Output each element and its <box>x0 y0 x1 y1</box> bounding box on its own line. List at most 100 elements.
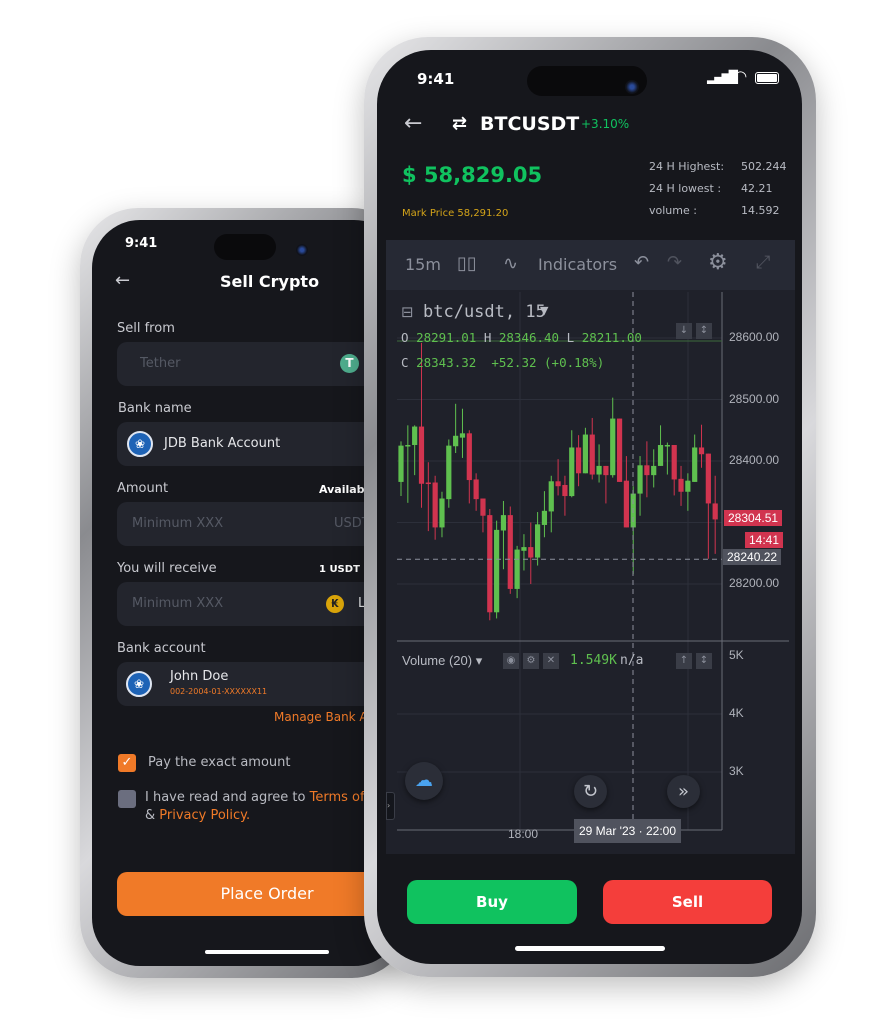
account-number: 002-2004-01-XXXXXX11 <box>170 687 268 696</box>
bank-account-label: Bank account <box>117 641 206 656</box>
crosshair-price-tag: 28240.22 <box>723 549 782 565</box>
symbol-dropdown-icon[interactable]: ▼ <box>540 304 548 317</box>
account-holder-name: John Doe <box>170 669 229 684</box>
candle-body <box>596 465 602 475</box>
agree-label: I have read and agree to <box>145 790 306 805</box>
candle-body <box>418 426 425 484</box>
receive-placeholder: Minimum XXX <box>132 596 224 611</box>
dynamic-island <box>214 234 276 260</box>
candle-body <box>507 515 513 589</box>
receive-input[interactable]: Minimum XXX ₭ L <box>117 582 402 626</box>
candle-body <box>528 547 534 558</box>
gear-icon[interactable]: ⚙ <box>523 653 539 669</box>
close-icon[interactable]: ✕ <box>543 653 559 669</box>
side-panel-toggle[interactable]: › <box>386 792 395 820</box>
symbol-label[interactable]: btc/usdt, 15 <box>423 302 546 322</box>
candle-body <box>494 529 500 613</box>
eye-icon[interactable]: ◉ <box>503 653 519 669</box>
volume-tick: 4K <box>729 706 744 720</box>
sell-button[interactable]: Sell <box>603 880 772 924</box>
candle-body <box>446 445 452 500</box>
candle-body <box>712 503 718 520</box>
candle-body <box>459 433 466 438</box>
price-tick: 28200.00 <box>729 576 780 590</box>
sell-from-select[interactable]: Tether T <box>117 342 402 386</box>
volume-value: 1.549K <box>570 653 617 668</box>
candle-body <box>541 510 548 525</box>
bank-lotus-icon: ❀ <box>126 671 152 697</box>
candle-body <box>657 445 664 466</box>
bank-name-value: JDB Bank Account <box>164 436 281 451</box>
page-title: Sell Crypto <box>220 272 320 291</box>
close-line: C 28343.32 +52.32 (+0.18%) <box>401 355 605 370</box>
candle-body <box>698 447 705 455</box>
place-order-button[interactable]: Place Order <box>117 872 402 916</box>
time-tick: 18:00 <box>508 827 539 841</box>
status-time: 9:41 <box>125 236 158 251</box>
candle-body <box>575 447 582 474</box>
price-tick: 28500.00 <box>729 391 780 406</box>
candle-body <box>521 547 527 551</box>
candle-body <box>514 549 520 589</box>
terms-link[interactable]: Terms of <box>310 790 365 805</box>
amount-label: Amount <box>117 481 169 496</box>
candle-body <box>453 435 459 447</box>
sell-crypto-screen: 9:41 ← Sell Crypto Sell from Tether T Ba… <box>92 220 402 966</box>
candle-body <box>603 465 609 476</box>
volume-na: n/a <box>620 653 644 668</box>
candle-body <box>535 524 541 558</box>
pay-exact-checkbox[interactable]: ✓ <box>118 754 136 772</box>
volume-tick: 5K <box>729 648 744 662</box>
buy-button[interactable]: Buy <box>407 880 577 924</box>
agree-text: I have read and agree to Terms of <box>145 790 365 805</box>
candle-body <box>473 479 479 500</box>
countdown-tag: 14:41 <box>745 532 784 548</box>
candle-body <box>651 465 657 476</box>
candle-body <box>548 481 554 512</box>
back-arrow-icon[interactable]: ← <box>115 270 130 291</box>
candle-body <box>610 418 616 476</box>
symbol-collapse-icon[interactable]: ⊟ <box>401 303 414 321</box>
scale-up-icon[interactable]: ↑ <box>676 653 692 669</box>
scale-both-icon[interactable]: ↕ <box>696 323 712 339</box>
candle-body <box>664 445 670 447</box>
candle-body <box>555 481 561 487</box>
tradingview-logo-icon[interactable]: ☁ <box>405 762 443 800</box>
manage-bank-link[interactable]: Manage Bank A <box>274 710 368 724</box>
amount-input[interactable]: Minimum XXX USDT <box>117 502 402 546</box>
candle-body <box>500 515 507 531</box>
pay-exact-label: Pay the exact amount <box>148 755 291 770</box>
last-price-tag: 28304.51 <box>724 510 783 526</box>
bank-name-label: Bank name <box>118 401 192 416</box>
tether-icon: T <box>340 354 359 373</box>
home-indicator <box>515 946 665 951</box>
candle-body <box>589 434 595 475</box>
candle-body <box>637 465 643 494</box>
scale-down-icon[interactable]: ↓ <box>676 323 692 339</box>
candle-body <box>678 478 684 492</box>
candle-body <box>487 515 493 613</box>
privacy-link[interactable]: Privacy Policy. <box>159 808 250 823</box>
candle-body <box>439 498 445 528</box>
candle-body <box>685 480 691 492</box>
ohlc-line: O 28291.01 H 28346.40 L 28211.00 <box>401 330 642 345</box>
bank-account-select[interactable]: ❀ John Doe 002-2004-01-XXXXXX11 <box>117 662 402 706</box>
candle-body <box>480 498 486 516</box>
volume-label[interactable]: Volume (20) ▾ <box>402 653 482 669</box>
candle-body <box>412 426 418 446</box>
candle-body <box>569 447 575 497</box>
candle-body <box>562 484 568 497</box>
scale-both-icon[interactable]: ↕ <box>696 653 712 669</box>
home-indicator <box>205 950 329 954</box>
bank-name-select[interactable]: ❀ JDB Bank Account <box>117 422 402 466</box>
agree-checkbox[interactable] <box>118 790 136 808</box>
reset-chart-icon[interactable]: ↻ <box>574 775 607 808</box>
candle-body <box>692 447 698 482</box>
bank-lotus-icon: ❀ <box>127 431 153 457</box>
candle-body <box>432 482 438 528</box>
scroll-to-latest-icon[interactable]: » <box>667 775 700 808</box>
candle-body <box>425 482 431 485</box>
trading-screen: 9:41 ▂▄▆█ ◠ ← ⇄ BTCUSDT +3.10% $ 58,829.… <box>377 50 802 964</box>
amount-placeholder: Minimum XXX <box>132 516 224 531</box>
sell-from-label: Sell from <box>117 321 175 336</box>
